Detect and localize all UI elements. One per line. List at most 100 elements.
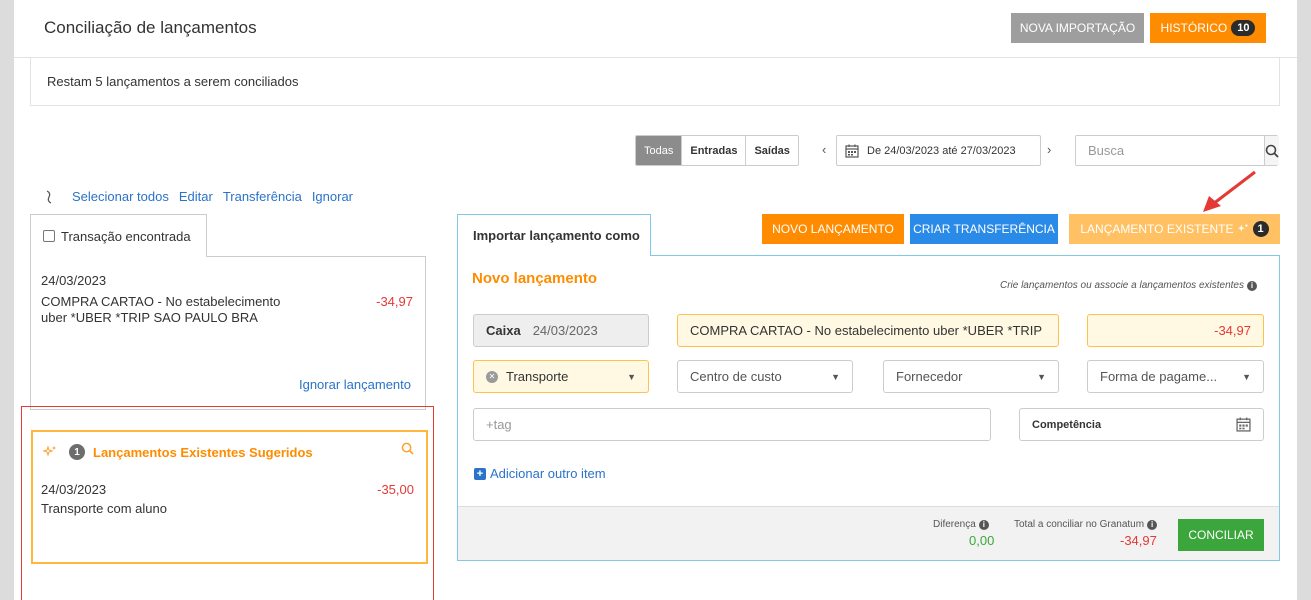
sparkle-icon: [1237, 223, 1248, 232]
amount-value: -34,97: [1214, 323, 1251, 338]
sparkle-icon: [43, 445, 56, 457]
chevron-down-icon: ▼: [831, 371, 840, 382]
type-filter-segment: Todas Entradas Saídas: [635, 135, 799, 166]
import-as-tab[interactable]: Importar lançamento como: [457, 214, 651, 256]
reconcile-button[interactable]: CONCILIAR: [1178, 519, 1264, 551]
cost-center-select[interactable]: Centro de custo ▼: [677, 360, 853, 393]
search-input[interactable]: [1076, 136, 1264, 165]
app-frame: Conciliação de lançamentos NOVA IMPORTAÇ…: [14, 0, 1297, 600]
clear-icon[interactable]: ✕: [486, 370, 498, 383]
add-item-link[interactable]: + Adicionar outro item: [474, 466, 606, 481]
create-transfer-label: CRIAR TRANSFERÊNCIA: [913, 222, 1055, 236]
difference-label-row: Diferença i: [933, 519, 994, 530]
transaction-date: 24/03/2023: [41, 273, 107, 288]
select-all-link[interactable]: Selecionar todos: [72, 189, 169, 204]
info-icon[interactable]: i: [978, 519, 989, 530]
existing-entry-label: LANÇAMENTO EXISTENTE: [1080, 222, 1234, 236]
transaction-card: 24/03/2023 COMPRA CARTAO - No estabeleci…: [30, 256, 426, 410]
history-button[interactable]: HISTÓRICO 10: [1150, 13, 1266, 43]
segment-expenses[interactable]: Saídas: [745, 136, 797, 165]
new-entry-heading: Novo lançamento: [472, 270, 598, 287]
suggested-entries-header: 1 Lançamentos Existentes Sugeridos: [43, 444, 313, 460]
total-label-row: Total a conciliar no Granatum i: [1014, 519, 1158, 530]
hint-label: Crie lançamentos ou associe a lançamento…: [999, 280, 1244, 291]
suggested-amount: -35,00: [377, 482, 414, 497]
notice-box: Restam 5 lançamentos a serem conciliados: [30, 58, 1280, 106]
category-select[interactable]: ✕ Transporte ▼: [473, 360, 649, 393]
new-entry-button[interactable]: NOVO LANÇAMENTO: [762, 214, 904, 244]
page-title: Conciliação de lançamentos: [44, 18, 257, 37]
competence-label: Competência: [1032, 418, 1102, 431]
next-period-icon[interactable]: ›: [1047, 142, 1051, 157]
info-icon[interactable]: i: [1147, 519, 1158, 530]
existing-count-badge: 1: [1252, 221, 1269, 237]
total-value: -34,97: [1120, 533, 1157, 548]
new-import-button[interactable]: NOVA IMPORTAÇÃO: [1011, 13, 1144, 43]
annotation-arrow-icon: [1203, 170, 1256, 212]
found-transaction-tab[interactable]: Transação encontrada: [30, 214, 207, 257]
add-item-label: Adicionar outro item: [490, 466, 606, 481]
info-icon[interactable]: i: [1247, 280, 1257, 291]
account-date-field[interactable]: Caixa 24/03/2023: [473, 314, 649, 347]
date-range-picker[interactable]: De 24/03/2023 até 27/03/2023: [836, 135, 1041, 166]
chevron-down-icon: ▼: [1037, 371, 1046, 382]
chevron-down-icon: ▼: [627, 371, 636, 382]
description-field[interactable]: COMPRA CARTAO - No estabelecimento uber …: [677, 314, 1059, 347]
competence-field[interactable]: Competência: [1019, 408, 1264, 441]
total-label: Total a conciliar no Granatum: [1014, 519, 1145, 530]
supplier-select[interactable]: Fornecedor ▼: [883, 360, 1059, 393]
segment-all[interactable]: Todas: [636, 136, 682, 165]
existing-entry-button[interactable]: LANÇAMENTO EXISTENTE 1: [1069, 214, 1280, 244]
remaining-notice: Restam 5 lançamentos a serem conciliados: [47, 74, 299, 89]
description-value: COMPRA CARTAO - No estabelecimento uber …: [690, 323, 1046, 338]
segment-incomes[interactable]: Entradas: [681, 136, 745, 165]
suggested-entries-card[interactable]: 1 Lançamentos Existentes Sugeridos 24/03…: [31, 430, 428, 564]
page-header: Conciliação de lançamentos NOVA IMPORTAÇ…: [14, 0, 1297, 58]
supplier-placeholder: Fornecedor: [896, 369, 963, 384]
search-icon: [1265, 144, 1279, 158]
transaction-checkbox[interactable]: [43, 230, 55, 242]
suggested-entries-title: Lançamentos Existentes Sugeridos: [93, 444, 313, 460]
import-panel: Novo lançamento Crie lançamentos ou asso…: [457, 255, 1280, 561]
history-label: HISTÓRICO: [1160, 21, 1228, 35]
transaction-amount: -34,97: [376, 294, 413, 309]
import-as-label: Importar lançamento como: [473, 228, 640, 243]
prev-period-icon[interactable]: ‹: [822, 142, 826, 157]
cost-center-placeholder: Centro de custo: [690, 369, 782, 384]
calendar-icon: [845, 144, 859, 158]
date-range-text: De 24/03/2023 até 27/03/2023: [867, 144, 1016, 157]
chevron-down-icon: ▼: [1242, 371, 1251, 382]
tag-placeholder: +tag: [486, 417, 512, 432]
account-name: Caixa: [486, 323, 521, 338]
suggested-count-badge: 1: [69, 444, 85, 460]
search-icon: [401, 442, 414, 455]
calendar-icon[interactable]: [1236, 417, 1251, 432]
tag-input[interactable]: +tag: [473, 408, 991, 441]
plus-icon: +: [474, 467, 486, 480]
found-transaction-label: Transação encontrada: [61, 228, 191, 244]
sort-icon[interactable]: [44, 189, 54, 204]
amount-field[interactable]: -34,97: [1087, 314, 1264, 347]
ignore-link[interactable]: Ignorar: [312, 189, 353, 204]
difference-value: 0,00: [969, 533, 995, 548]
transaction-description: COMPRA CARTAO - No estabelecimento uber …: [41, 294, 281, 325]
create-transfer-button[interactable]: CRIAR TRANSFERÊNCIA: [910, 214, 1058, 244]
panel-footer: Diferença i 0,00 Total a conciliar no Gr…: [458, 506, 1279, 560]
difference-label: Diferença: [933, 519, 976, 530]
transfer-link[interactable]: Transferência: [223, 189, 302, 204]
suggested-description: Transporte com aluno: [41, 501, 167, 516]
reconcile-label: CONCILIAR: [1188, 528, 1254, 542]
search-box: [1075, 135, 1279, 166]
edit-link[interactable]: Editar: [179, 189, 213, 204]
payment-placeholder: Forma de pagame...: [1100, 369, 1218, 384]
category-value: Transporte: [506, 369, 569, 384]
total-block: Total a conciliar no Granatum i -34,97: [1014, 519, 1158, 548]
new-import-label: NOVA IMPORTAÇÃO: [1019, 21, 1136, 35]
ignore-entry-link[interactable]: Ignorar lançamento: [299, 377, 411, 392]
hint-text: Crie lançamentos ou associe a lançamento…: [1000, 280, 1257, 291]
suggested-search-button[interactable]: [401, 442, 414, 458]
search-button[interactable]: [1264, 136, 1279, 165]
suggested-date: 24/03/2023: [41, 482, 107, 497]
payment-method-select[interactable]: Forma de pagame... ▼: [1087, 360, 1264, 393]
new-entry-label: NOVO LANÇAMENTO: [772, 222, 894, 236]
